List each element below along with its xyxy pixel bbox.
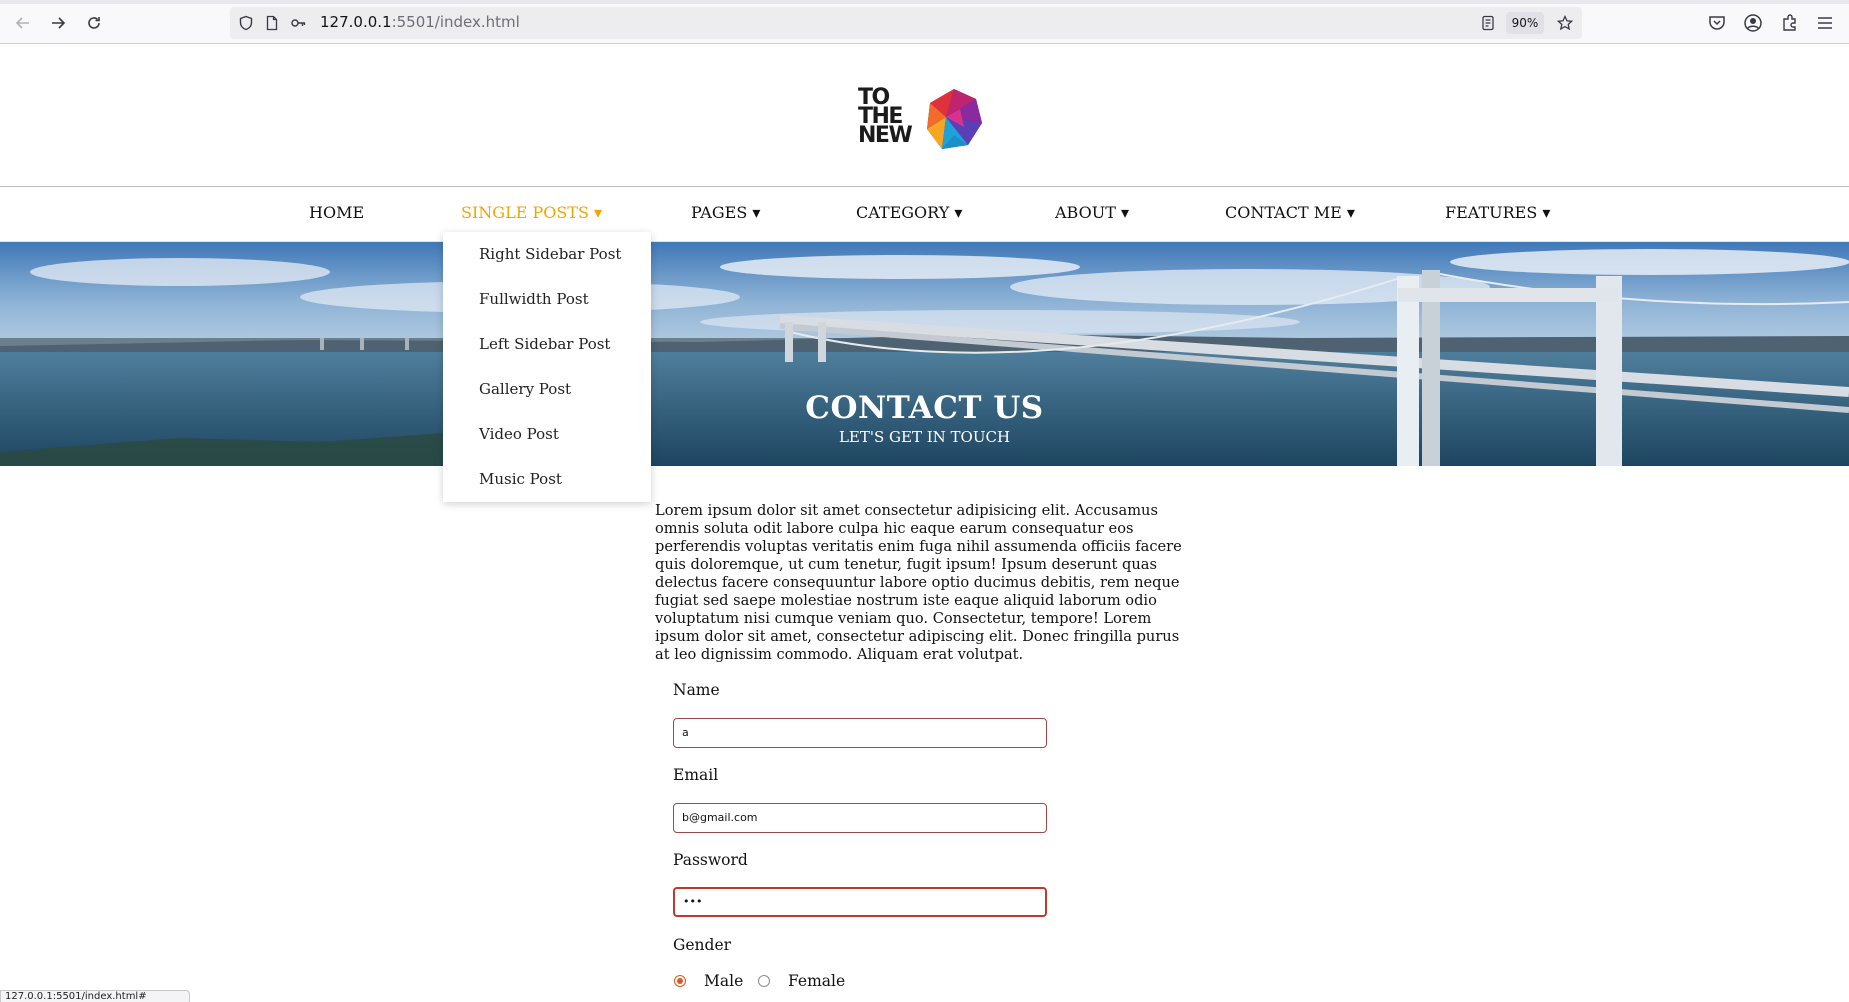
back-button[interactable] <box>11 11 35 35</box>
reload-icon <box>88 17 100 29</box>
gender-label: Gender <box>673 936 732 954</box>
single-posts-dropdown: Right Sidebar Post Fullwidth Post Left S… <box>443 232 651 502</box>
url-text[interactable]: 127.0.0.1:5501/index.html <box>320 13 520 31</box>
nav-contact-me[interactable]: CONTACT ME ▾ <box>1225 203 1355 222</box>
name-input[interactable]: a <box>673 718 1047 748</box>
logo-line-3: NEW <box>858 123 913 148</box>
url-host: 127.0.0.1 <box>320 13 392 31</box>
forward-arrow-icon <box>52 17 66 29</box>
site-logo[interactable]: TO THE NEW <box>858 86 988 156</box>
shield-icon[interactable] <box>238 15 254 31</box>
gender-female-radio[interactable] <box>758 975 770 987</box>
password-label: Password <box>673 851 748 869</box>
hero-banner: CONTACT US LET'S GET IN TOUCH <box>0 242 1849 466</box>
dropdown-item-music-post[interactable]: Music Post <box>479 470 562 488</box>
dropdown-item-video-post[interactable]: Video Post <box>479 425 559 443</box>
account-icon[interactable] <box>1742 12 1764 34</box>
name-label: Name <box>673 681 720 699</box>
nav-home[interactable]: HOME <box>309 203 364 222</box>
dropdown-item-fullwidth-post[interactable]: Fullwidth Post <box>479 290 589 308</box>
dropdown-item-gallery-post[interactable]: Gallery Post <box>479 380 571 398</box>
gender-female-label[interactable]: Female <box>788 972 845 990</box>
nav-features[interactable]: FEATURES ▾ <box>1445 203 1550 222</box>
page-icon[interactable] <box>264 15 280 31</box>
password-input[interactable]: ••• <box>673 887 1047 917</box>
nav-category[interactable]: CATEGORY ▾ <box>856 203 962 222</box>
logo-gem-icon <box>927 89 982 149</box>
hero-title: CONTACT US <box>805 390 1044 426</box>
gender-male-radio[interactable] <box>674 975 686 987</box>
email-input[interactable]: b@gmail.com <box>673 803 1047 833</box>
forward-button[interactable] <box>46 11 70 35</box>
url-path: :5501/index.html <box>391 13 520 31</box>
dropdown-item-right-sidebar-post[interactable]: Right Sidebar Post <box>479 245 621 263</box>
key-icon[interactable] <box>290 15 306 31</box>
hero-subtitle: LET'S GET IN TOUCH <box>838 428 1011 446</box>
gender-male-label[interactable]: Male <box>704 972 743 990</box>
reader-view-icon[interactable] <box>1480 15 1496 31</box>
bookmark-star-icon[interactable] <box>1557 15 1573 31</box>
nav-single-posts[interactable]: SINGLE POSTS ▾ <box>461 203 602 222</box>
menu-icon[interactable] <box>1814 12 1836 34</box>
link-status-tooltip: 127.0.0.1:5501/index.html# <box>0 990 190 1002</box>
zoom-level-button[interactable]: 90% <box>1506 12 1544 34</box>
nav-pages[interactable]: PAGES ▾ <box>691 203 760 222</box>
main-nav: HOME SINGLE POSTS ▾ PAGES ▾ CATEGORY ▾ A… <box>0 186 1849 242</box>
intro-paragraph: Lorem ipsum dolor sit amet consectetur a… <box>655 502 1182 663</box>
extensions-icon[interactable] <box>1778 12 1800 34</box>
dropdown-item-left-sidebar-post[interactable]: Left Sidebar Post <box>479 335 610 353</box>
back-arrow-icon <box>15 17 29 29</box>
email-label: Email <box>673 766 719 784</box>
reload-button[interactable] <box>82 11 106 35</box>
nav-about[interactable]: ABOUT ▾ <box>1055 203 1129 222</box>
browser-toolbar: 127.0.0.1:5501/index.html 90% <box>0 0 1849 44</box>
address-bar[interactable]: 127.0.0.1:5501/index.html 90% <box>230 7 1582 39</box>
logo-wordmark: TO THE NEW <box>858 87 913 148</box>
pocket-icon[interactable] <box>1706 12 1728 34</box>
tab-strip-edge <box>0 0 1849 4</box>
